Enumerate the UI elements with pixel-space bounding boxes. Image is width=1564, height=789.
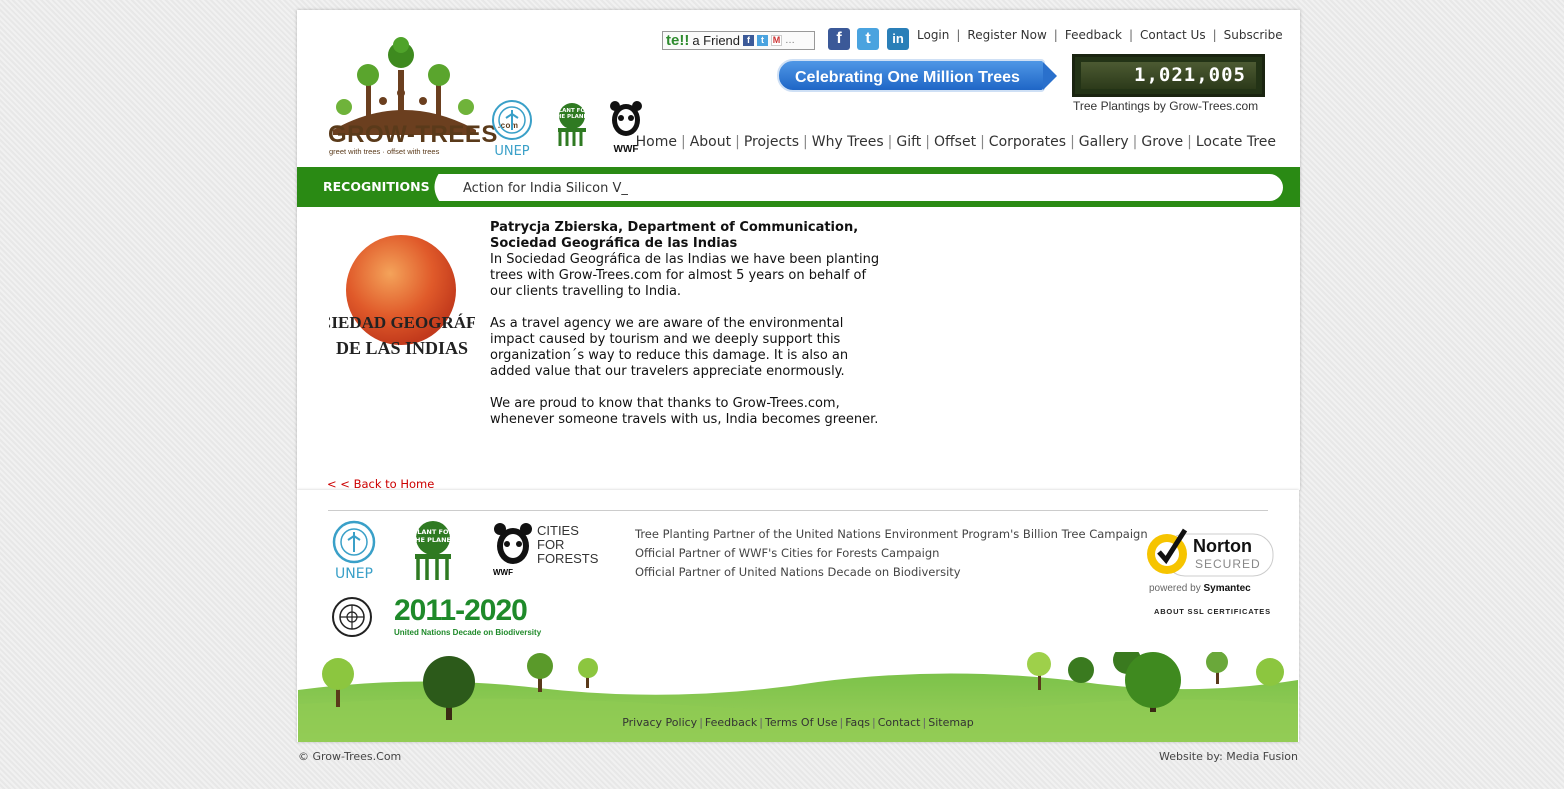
feedback-link[interactable]: Feedback <box>1065 28 1122 42</box>
celebrating-banner[interactable]: Celebrating One Million Trees <box>777 59 1057 92</box>
tell-a-friend-button[interactable]: te!! a Friend f t M … <box>662 31 815 50</box>
footer-plant-planet-label: PLANT FOR THE PLANET <box>410 528 456 544</box>
testimonial-author-line1: Patrycja Zbierska, Department of Communi… <box>490 220 859 235</box>
facebook-icon[interactable]: f <box>828 28 850 50</box>
norton-secured: SECURED <box>1195 557 1261 571</box>
biodiversity-label: United Nations Decade on Biodiversity <box>394 628 542 637</box>
tell-a-friend-label: a Friend <box>692 33 741 48</box>
footer-unep-logo[interactable]: UNEP <box>328 520 380 582</box>
tree-counter: 1,021,005 <box>1072 54 1265 97</box>
logo-wordmark-text: GROW-TREES <box>328 121 498 148</box>
unep-logo[interactable]: UNEP <box>490 98 534 159</box>
about-ssl-link[interactable]: ABOUT SSL CERTIFICATES <box>1154 607 1271 616</box>
unep-label: UNEP <box>494 144 530 159</box>
tree-counter-caption: Tree Plantings by Grow-Trees.com <box>1073 99 1259 113</box>
subscribe-link[interactable]: Subscribe <box>1224 28 1283 42</box>
footer: UNEP PLANT FOR THE PLANET WWF CITIES FOR… <box>297 490 1299 742</box>
footer-links: Privacy Policy | Feedback | Terms Of Use | Faq… <box>622 716 974 729</box>
norton-brand: Norton <box>1193 536 1252 556</box>
facebook-mini-icon: f <box>743 35 755 46</box>
back-to-home-link[interactable]: < < Back to Home <box>327 477 434 491</box>
nav-grove[interactable]: Grove <box>1141 134 1183 150</box>
contact-us-link[interactable]: Contact Us <box>1140 28 1206 42</box>
biodiversity-decade-logo[interactable]: 2011-2020 United Nations Decade on Biodi… <box>394 594 542 638</box>
tree-counter-value: 1,021,005 <box>1081 62 1256 89</box>
nav-gallery[interactable]: Gallery <box>1079 134 1129 150</box>
footer-wwf-label: WWF <box>493 568 513 577</box>
footer-unep-label: UNEP <box>334 566 373 582</box>
nav-locate-tree[interactable]: Locate Tree <box>1196 134 1276 150</box>
footer-feedback-link[interactable]: Feedback <box>705 716 757 729</box>
login-link[interactable]: Login <box>917 28 949 42</box>
testimonial-paragraph-2: As a travel agency we are aware of the e… <box>490 316 849 379</box>
footer-terms-link[interactable]: Terms Of Use <box>765 716 837 729</box>
recognitions-ticker-text[interactable]: Action for India Silicon V_ <box>463 181 628 196</box>
website-by-link[interactable]: Website by: Media Fusion <box>1159 750 1298 763</box>
register-link[interactable]: Register Now <box>967 28 1046 42</box>
copyright: © Grow-Trees.Com <box>298 750 402 763</box>
nav-why-trees[interactable]: Why Trees <box>812 134 884 150</box>
footer-privacy-link[interactable]: Privacy Policy <box>622 716 697 729</box>
partner-line-biodiversity[interactable]: Official Partner of United Nations Decad… <box>635 563 1148 582</box>
nav-gift[interactable]: Gift <box>896 134 921 150</box>
biodiversity-years: 2011-2020 <box>394 594 528 627</box>
partner-line-wwf[interactable]: Official Partner of WWF's Cities for For… <box>635 544 1148 563</box>
nav-about[interactable]: About <box>690 134 731 150</box>
tell-icon-text: te!! <box>666 32 690 49</box>
sociedad-geografica-logo: SOCIEDAD GEOGRÁFICA DE LAS INDIAS <box>329 235 475 358</box>
footer-divider <box>328 510 1268 511</box>
plant-for-the-planet-logo[interactable]: PLANT FOR THE PLANET <box>550 102 594 152</box>
partner-line-unep[interactable]: Tree Planting Partner of the United Nati… <box>635 525 1148 544</box>
norton-secured-badge[interactable]: Norton SECURED powered by Symantec <box>1145 526 1275 594</box>
twitter-mini-icon: t <box>757 35 769 46</box>
nav-projects[interactable]: Projects <box>744 134 799 150</box>
norton-powered: powered by <box>1149 583 1201 594</box>
recognitions-label: RECOGNITIONS : <box>323 179 439 194</box>
sgi-logo-line2: DE LAS INDIAS <box>336 338 468 358</box>
footer-unep-emblem-icon <box>332 520 376 564</box>
main-nav: Home | About | Projects | Why Trees | Gift | Offse… <box>635 134 1276 150</box>
footer-contact-link[interactable]: Contact <box>878 716 921 729</box>
gmail-mini-icon: M <box>771 35 783 46</box>
testimonial-paragraph-3: We are proud to know that thanks to Grow… <box>490 396 879 427</box>
footer-wwf-cities-logo[interactable]: WWF CITIES FOR FORESTS <box>493 522 598 577</box>
main-page: GROW-TREES.com greet with trees · offset… <box>297 10 1300 491</box>
testimonial-author-line2: Sociedad Geográfica de las Indias <box>490 236 738 251</box>
nav-offset[interactable]: Offset <box>934 134 976 150</box>
footer-sitemap-link[interactable]: Sitemap <box>928 716 974 729</box>
top-links: Login | Register Now | Feedback | Contact Us | S… <box>917 28 1283 42</box>
logo-tagline: greet with trees · offset with trees <box>329 147 440 156</box>
nav-home[interactable]: Home <box>636 134 677 150</box>
un-emblem-logo[interactable] <box>328 596 376 642</box>
footer-faqs-link[interactable]: Faqs <box>845 716 870 729</box>
twitter-icon[interactable]: t <box>857 28 879 50</box>
norton-symantec: Symantec <box>1203 583 1251 594</box>
more-dots-icon: … <box>785 35 796 46</box>
footer-panda-icon <box>494 523 532 564</box>
linkedin-icon[interactable]: in <box>887 28 909 50</box>
footer-plant-for-the-planet-logo[interactable]: PLANT FOR THE PLANET <box>405 520 461 586</box>
partner-statements: Tree Planting Partner of the United Nati… <box>635 525 1148 582</box>
plant-for-the-planet-label: PLANT FOR THE PLANET <box>553 108 591 120</box>
cities-for-forests-label: CITIES FOR FORESTS <box>537 523 599 566</box>
testimonial-paragraph-1: In Sociedad Geográfica de las Indias we … <box>490 252 880 299</box>
nav-corporates[interactable]: Corporates <box>989 134 1066 150</box>
sgi-logo-line1: SOCIEDAD GEOGRÁFICA <box>329 313 475 332</box>
recognitions-bar: RECOGNITIONS : Action for India Silicon … <box>297 167 1300 207</box>
unep-emblem-icon <box>492 100 532 140</box>
un-emblem-icon <box>332 597 372 637</box>
testimonial: Patrycja Zbierska, Department of Communi… <box>490 220 890 444</box>
